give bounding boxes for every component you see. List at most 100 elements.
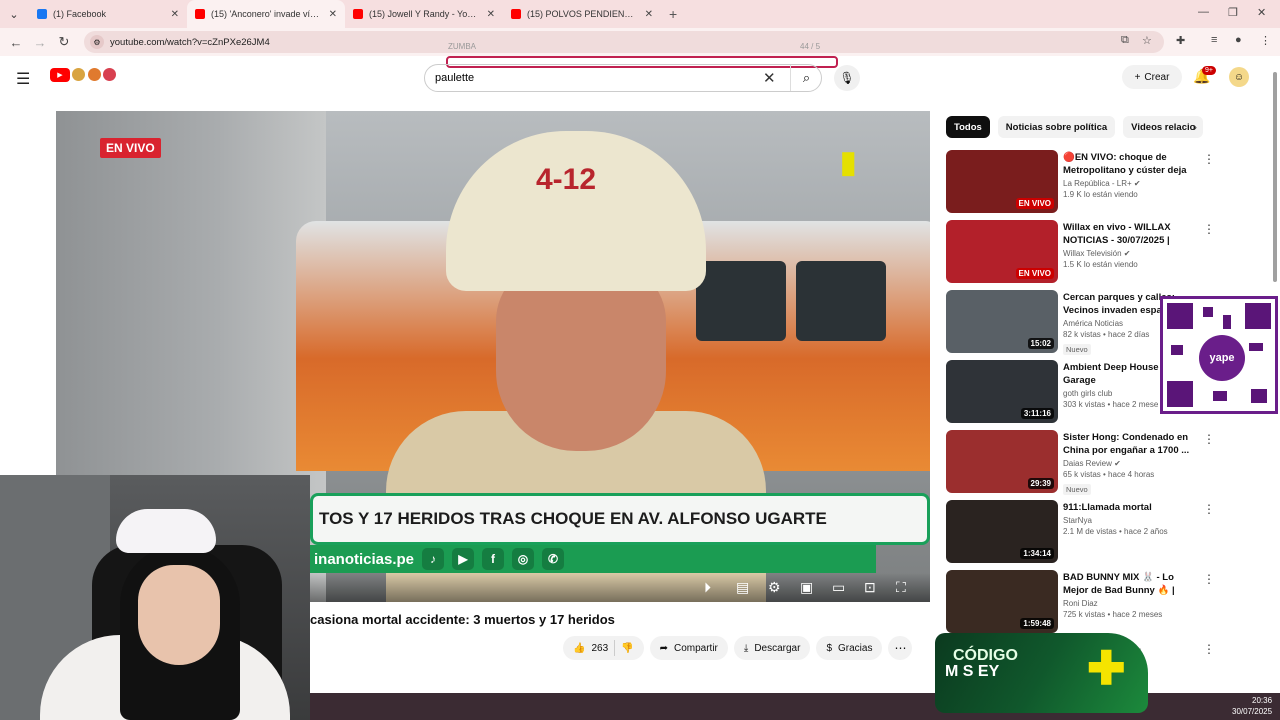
back-icon[interactable]: ← [4, 35, 28, 50]
facebook-social-icon: f [482, 548, 505, 570]
chip-todos[interactable]: Todos [946, 116, 990, 138]
theater-mode-icon[interactable]: ▭ [832, 579, 845, 596]
doodle-icon[interactable] [72, 68, 85, 81]
duration-badge: 29:39 [1027, 478, 1054, 489]
youtube-favicon-icon [511, 9, 521, 19]
video-thumbnail[interactable]: EN VIVO [946, 220, 1058, 283]
forward-icon[interactable]: → [28, 35, 52, 50]
browser-tab-facebook[interactable]: (1) Facebook ✕ [29, 0, 187, 28]
clear-search-icon[interactable]: ✕ [763, 69, 776, 87]
related-channel[interactable]: StarNya [1063, 516, 1195, 525]
close-window-icon[interactable]: ✕ [1257, 6, 1266, 19]
bookmark-star-icon[interactable]: ☆ [1142, 34, 1152, 47]
media-controls-icon[interactable]: ≡ [1211, 34, 1217, 46]
url-field[interactable]: ⚙ youtube.com/watch?v=cZnPXe26JM4 [84, 31, 1164, 53]
tab-close-icon[interactable]: ✕ [487, 9, 495, 20]
dislike-icon[interactable]: 👎 [621, 643, 633, 654]
related-meta: 1.9 K lo están viendo [1063, 190, 1138, 199]
share-button[interactable]: ➦ Compartir [649, 636, 728, 660]
yape-logo-badge: yape [1199, 335, 1245, 381]
profile-icon[interactable]: ● [1235, 34, 1242, 46]
browser-tab-polvos[interactable]: (15) POLVOS PENDIENTES | VIV ✕ [503, 0, 661, 28]
related-channel[interactable]: La República - LR+ ✔ [1063, 179, 1195, 188]
reload-icon[interactable]: ↻ [52, 34, 76, 50]
related-video-item[interactable]: 1:34:14 911:Llamada mortal StarNya 2.1 M d… [946, 500, 1218, 566]
like-count[interactable]: 263 [591, 643, 608, 654]
download-button[interactable]: ⤓ Descargar [733, 636, 811, 660]
qr-finder [1167, 381, 1193, 407]
settings-gear-icon[interactable]: ⚙ [768, 579, 781, 596]
tab-close-icon[interactable]: ✕ [329, 9, 337, 20]
related-title[interactable]: BAD BUNNY MIX 🐰 - Lo Mejor de Bad Bunny … [1063, 571, 1195, 597]
search-button-icon[interactable]: ⌕ [790, 65, 822, 91]
account-avatar[interactable]: ☺ [1229, 67, 1249, 87]
video-thumbnail[interactable]: 1:34:14 [946, 500, 1058, 563]
item-menu-icon[interactable]: ⋮ [1203, 152, 1215, 166]
item-menu-icon[interactable]: ⋮ [1203, 432, 1215, 446]
voice-search-icon[interactable]: 🎙 [834, 65, 860, 91]
browser-menu-icon[interactable]: ⋮ [1260, 34, 1271, 47]
youtube-header: ☰ ▶ ✕ ⌕ 🎙 + Crear 🔔 9+ ☺ [0, 60, 1280, 96]
related-channel[interactable]: Daias Review ✔ [1063, 459, 1195, 468]
item-menu-icon[interactable]: ⋮ [1203, 502, 1215, 516]
miniplayer-icon[interactable]: ▣ [800, 579, 813, 596]
related-channel[interactable]: Roni Diaz [1063, 599, 1195, 608]
more-actions-icon[interactable]: ⋯ [888, 636, 913, 660]
video-thumbnail[interactable]: 29:39 [946, 430, 1058, 493]
scrollbar-thumb[interactable] [1273, 72, 1277, 282]
item-menu-icon[interactable]: ⋮ [1203, 572, 1215, 586]
youtube-logo-icon[interactable]: ▶ [50, 68, 70, 82]
browser-tab-anconero[interactable]: (15) 'Anconero' invade vía del M ✕ [187, 0, 345, 28]
page-scrollbar[interactable] [1270, 60, 1280, 720]
chips-next-arrow-icon[interactable]: › [1193, 120, 1197, 134]
video-thumbnail[interactable]: 1:59:48 [946, 570, 1058, 633]
like-divider [614, 640, 616, 656]
hamburger-menu-icon[interactable]: ☰ [16, 69, 30, 89]
cast-icon[interactable]: ⊡ [864, 579, 876, 596]
doodle-icon[interactable] [103, 68, 116, 81]
autoplay-toggle-icon[interactable]: ⏵ [704, 579, 711, 596]
new-tab-button[interactable]: + [669, 6, 677, 22]
video-thumbnail[interactable]: EN VIVO [946, 150, 1058, 213]
related-channel[interactable]: Willax Televisión ✔ [1063, 249, 1195, 258]
like-dislike-group: 👍 263 👎 [563, 636, 644, 660]
tab-close-icon[interactable]: ✕ [171, 9, 179, 20]
subtitles-icon[interactable]: ▤ [736, 579, 749, 596]
new-badge: Nuevo [1063, 344, 1091, 355]
qr-module [1223, 315, 1231, 329]
related-video-item[interactable]: EN VIVO Willax en vivo - WILLAX NOTICIAS… [946, 220, 1218, 286]
restore-icon[interactable]: ❐ [1228, 6, 1238, 19]
thanks-button[interactable]: $ Gracias [816, 636, 883, 660]
site-info-icon[interactable]: ⚙ [90, 35, 104, 49]
fullscreen-icon[interactable]: ⛶ [896, 579, 906, 596]
item-menu-icon[interactable]: ⋮ [1203, 642, 1215, 656]
doodle-icon[interactable] [88, 68, 101, 81]
tab-label: (15) POLVOS PENDIENTES | VIV [527, 9, 639, 19]
install-app-icon[interactable]: ⧉ [1121, 34, 1129, 47]
minimize-icon[interactable]: — [1198, 6, 1209, 18]
browser-tab-jowell[interactable]: (15) Jowell Y Randy - YouTube ✕ [345, 0, 503, 28]
item-menu-icon[interactable]: ⋮ [1203, 222, 1215, 236]
related-video-item[interactable]: 1:59:48 BAD BUNNY MIX 🐰 - Lo Mejor de Ba… [946, 570, 1218, 636]
create-button[interactable]: + Crear [1122, 65, 1182, 89]
video-thumbnail[interactable]: 15:02 [946, 290, 1058, 353]
video-thumbnail[interactable]: 3:11:16 [946, 360, 1058, 423]
extensions-icon[interactable]: ✚ [1176, 34, 1185, 47]
related-video-item[interactable]: 29:39 Sister Hong: Condenado en China po… [946, 430, 1218, 496]
related-video-item[interactable]: EN VIVO 🔴EN VIVO: choque de Metropolitan… [946, 150, 1218, 216]
tab-search-chevron-icon[interactable]: ⌄ [5, 5, 23, 23]
search-input[interactable] [435, 72, 755, 84]
qr-module [1203, 307, 1213, 317]
related-title[interactable]: 🔴EN VIVO: choque de Metropolitano y cúst… [1063, 151, 1195, 177]
chip-relacionados[interactable]: Videos relacio [1123, 116, 1204, 138]
related-title[interactable]: Sister Hong: Condenado en China por enga… [1063, 431, 1195, 457]
related-title[interactable]: 911:Llamada mortal [1063, 501, 1195, 514]
create-label: Crear [1144, 71, 1170, 83]
video-scene-window [696, 261, 786, 341]
chip-politica[interactable]: Noticias sobre política [997, 116, 1116, 138]
related-title[interactable]: Willax en vivo - WILLAX NOTICIAS - 30/07… [1063, 221, 1195, 247]
like-icon[interactable]: 👍 [573, 643, 585, 654]
tab-close-icon[interactable]: ✕ [645, 9, 653, 20]
streamer-webcam [0, 475, 310, 720]
tab-label: (1) Facebook [53, 9, 107, 19]
